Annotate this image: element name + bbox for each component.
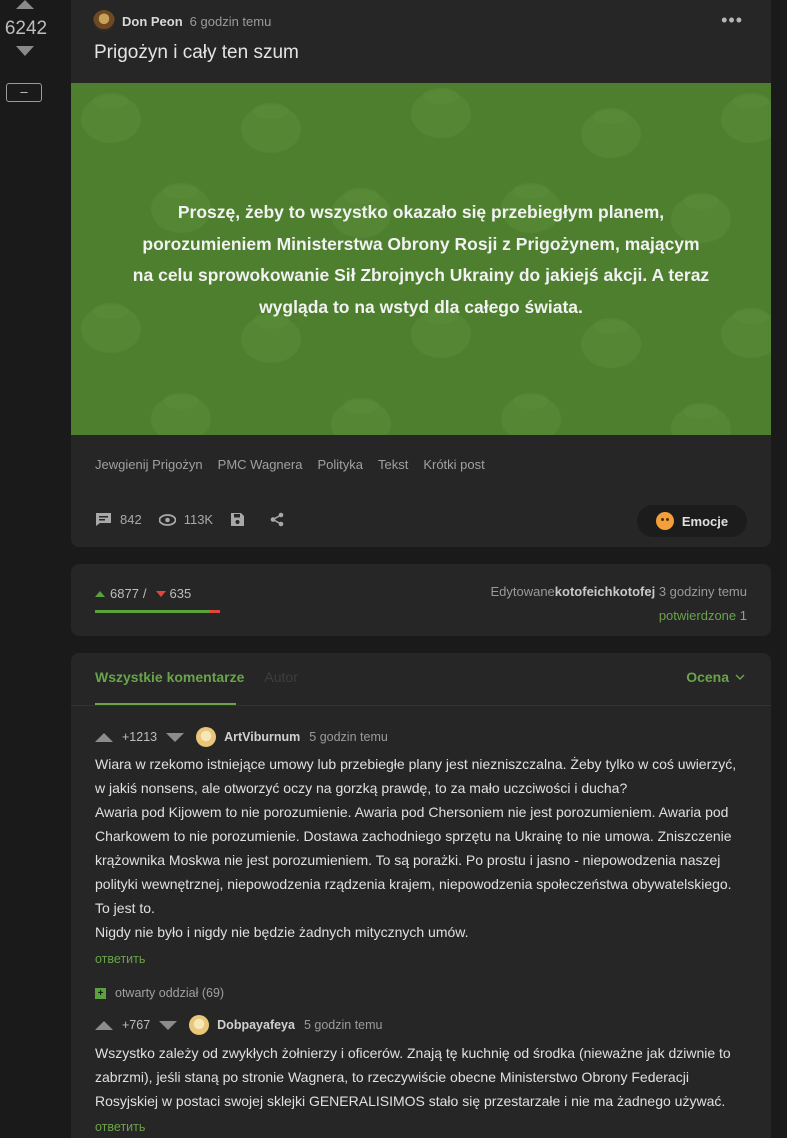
downvote-triangle-icon xyxy=(155,590,166,597)
comment-paragraph: To jest to. xyxy=(95,900,155,916)
post-actions: 842 113K xyxy=(95,512,309,527)
reply-link[interactable]: ответить xyxy=(95,1120,145,1134)
comment-body: Wiara w rzekomo istniejące umowy lub prz… xyxy=(95,752,750,944)
views-count: 113K xyxy=(183,512,214,527)
rating-separator: / xyxy=(142,586,147,601)
tag-item[interactable]: Krótki post xyxy=(423,457,484,472)
downvotes-count: 635 xyxy=(169,586,192,601)
commenter-avatar[interactable] xyxy=(196,727,217,747)
confirmed-label[interactable]: potwierdzone xyxy=(659,608,736,623)
banner-text: Proszę, żeby to wszystko okazało się prz… xyxy=(132,202,710,317)
sort-label: Ocena xyxy=(686,669,729,685)
post-banner: Proszę, żeby to wszystko okazało się prz… xyxy=(71,83,771,435)
post-tags: Jewgienij Prigożyn PMC Wagnera Polityka … xyxy=(95,457,485,472)
post-vote-count: 6242 xyxy=(4,18,48,39)
tab-all-comments[interactable]: Wszystkie komentarze xyxy=(95,669,244,685)
comment-header: +1213 ArtViburnum 5 godzin temu xyxy=(95,727,388,747)
emotions-button[interactable]: Emocje xyxy=(637,505,747,537)
share-icon xyxy=(270,512,284,527)
sort-dropdown[interactable]: Ocena xyxy=(686,669,745,685)
post-card: Don Peon 6 godzin temu ••• Prigożyn i ca… xyxy=(71,0,771,547)
views-indicator: 113K xyxy=(158,512,214,527)
emoji-face-icon xyxy=(655,512,674,530)
commenter-avatar[interactable] xyxy=(189,1015,210,1035)
comment-author[interactable]: ArtViburnum xyxy=(224,730,300,744)
author-avatar[interactable] xyxy=(93,10,115,32)
tag-item[interactable]: Jewgienij Prigożyn xyxy=(95,457,203,472)
comment-score: +767 xyxy=(122,1018,151,1032)
comment-paragraph: Nigdy nie było i nigdy nie będzie żadnyc… xyxy=(95,924,469,940)
comment-downvote-icon[interactable] xyxy=(166,732,185,742)
tag-item[interactable]: PMC Wagnera xyxy=(218,457,303,472)
upvote-triangle-icon xyxy=(95,590,105,597)
confirmed-count: 1 xyxy=(739,608,747,623)
comment-paragraph: Wszystko zależy od zwykłych żołnierzy i … xyxy=(95,1045,731,1109)
comment-upvote-icon[interactable] xyxy=(95,1020,113,1030)
edited-info: Edytowanekotofeichkotofej 3 godziny temu… xyxy=(490,580,747,628)
comment-author[interactable]: Dobpayafeya xyxy=(217,1018,295,1032)
post-title[interactable]: Prigożyn i cały ten szum xyxy=(94,42,299,64)
post-time: 6 godzin temu xyxy=(189,13,272,29)
share-button[interactable] xyxy=(270,512,292,527)
rating-summary: 6877 / 635 xyxy=(95,586,191,601)
tag-item[interactable]: Tekst xyxy=(378,457,408,472)
more-options-icon[interactable]: ••• xyxy=(721,10,743,31)
rating-bar-up xyxy=(95,610,210,613)
edited-prefix: Edytowane xyxy=(490,584,555,599)
comment-time: 5 godzin temu xyxy=(309,730,388,744)
save-icon xyxy=(231,513,245,526)
comment-paragraph: Wiara w rzekomo istniejące umowy lub prz… xyxy=(95,756,737,796)
tab-author[interactable]: Autor xyxy=(264,669,297,685)
tag-item[interactable]: Polityka xyxy=(317,457,363,472)
comments-section: Wszystkie komentarze Autor Ocena +1213 A… xyxy=(71,653,771,1138)
rating-card: 6877 / 635 Edytowanekotofeichkotofej 3 g… xyxy=(71,564,771,636)
comment-upvote-icon[interactable] xyxy=(95,732,113,742)
post-vote-column: 6242 – xyxy=(0,0,52,1138)
emotions-label: Emocje xyxy=(681,513,729,529)
downvote-icon[interactable] xyxy=(16,46,34,56)
expand-plus-icon: + xyxy=(95,987,106,999)
post-header: Don Peon 6 godzin temu xyxy=(93,10,272,32)
comment-icon xyxy=(96,513,111,526)
save-button[interactable] xyxy=(230,512,253,527)
chevron-down-icon xyxy=(735,674,745,680)
comments-tabs: Wszystkie komentarze Autor xyxy=(95,669,298,685)
tabs-divider xyxy=(71,705,771,706)
open-thread-link[interactable]: + otwarty oddział (69) xyxy=(95,986,224,1000)
comments-button[interactable]: 842 xyxy=(95,512,142,527)
rating-bar-down xyxy=(210,610,220,613)
edited-by-user[interactable]: kotofeichkotofej xyxy=(555,584,655,599)
comment-paragraph: Awaria pod Kijowem to nie porozumienie. … xyxy=(95,804,732,892)
edited-time: 3 godziny temu xyxy=(658,584,747,599)
reply-link[interactable]: ответить xyxy=(95,952,145,966)
thread-label: otwarty oddział (69) xyxy=(115,986,225,1000)
post-author[interactable]: Don Peon xyxy=(122,14,183,29)
comment-downvote-icon[interactable] xyxy=(159,1020,178,1030)
collapse-button[interactable]: – xyxy=(6,83,42,102)
comments-count: 842 xyxy=(120,512,142,527)
upvote-icon[interactable] xyxy=(16,0,34,9)
eye-icon xyxy=(158,513,176,526)
active-tab-underline xyxy=(95,703,236,705)
upvotes-count: 6877 xyxy=(110,586,139,601)
comment-header: +767 Dobpayafeya 5 godzin temu xyxy=(95,1015,383,1035)
comment-time: 5 godzin temu xyxy=(303,1018,383,1032)
comment-score: +1213 xyxy=(122,730,158,744)
rating-bar xyxy=(95,610,220,613)
comment-body: Wszystko zależy od zwykłych żołnierzy i … xyxy=(95,1041,750,1113)
